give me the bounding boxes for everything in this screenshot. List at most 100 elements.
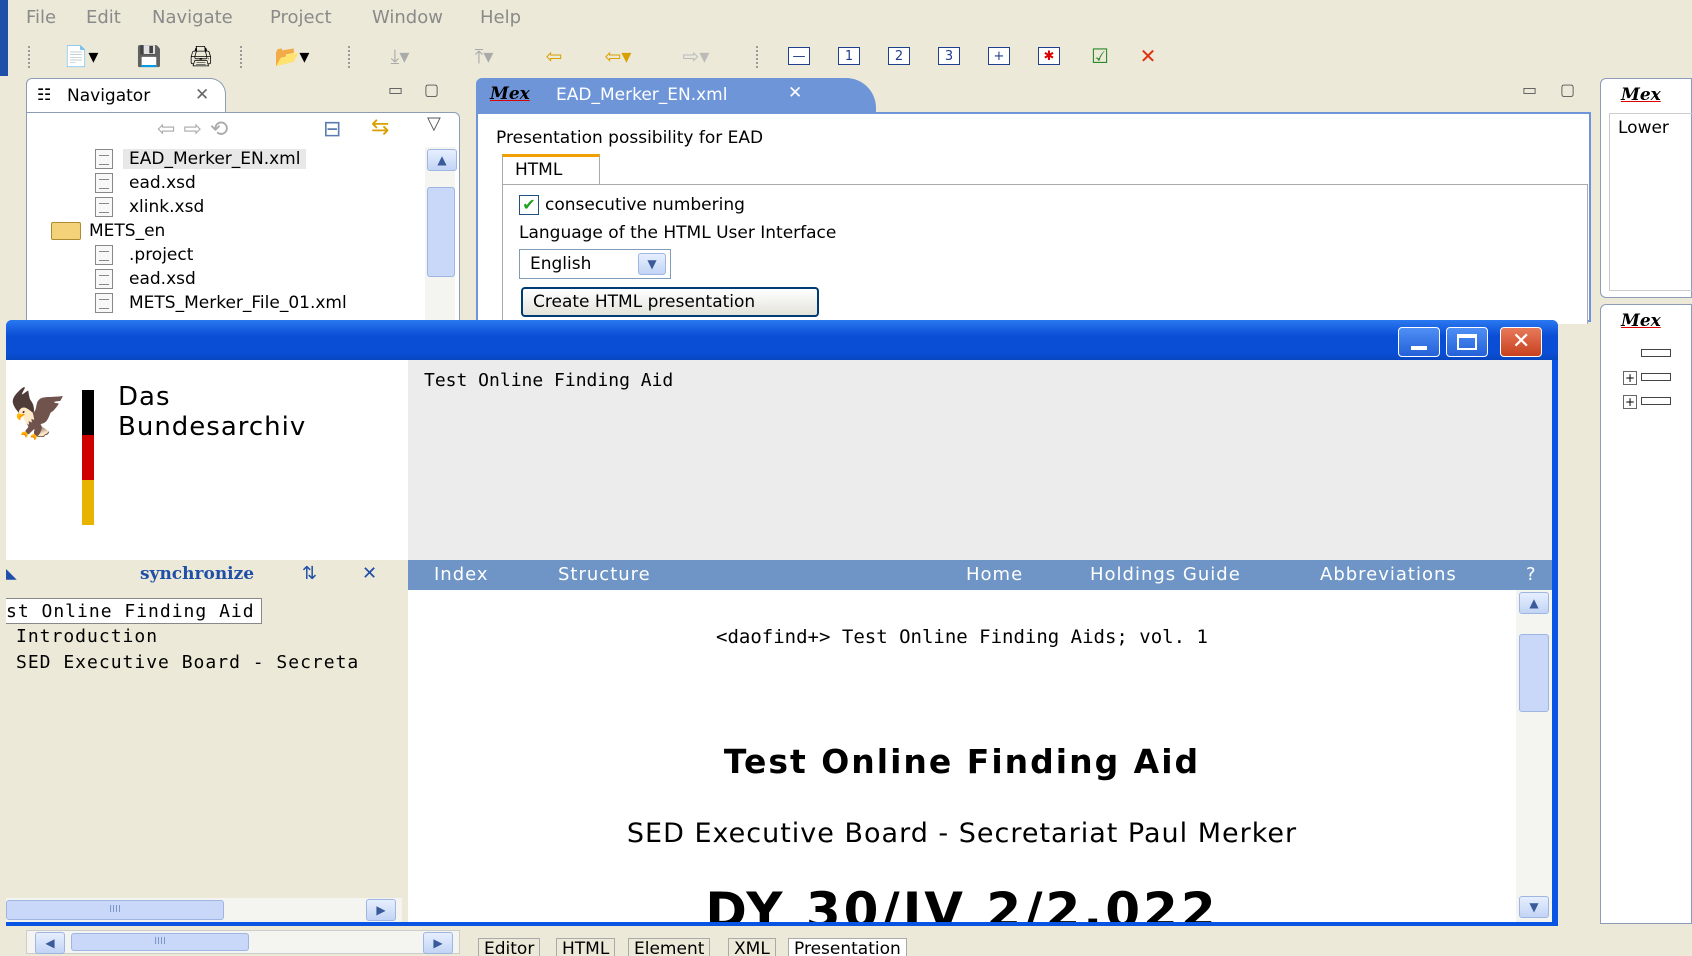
nav-abbreviations[interactable]: Abbreviations — [1320, 564, 1457, 585]
maximize-icon[interactable]: ▢ — [424, 80, 439, 99]
expand-icon[interactable]: + — [1623, 395, 1637, 409]
menu-edit[interactable]: Edit — [86, 7, 121, 28]
expand-icon[interactable]: + — [986, 42, 1012, 70]
chevron-down-icon[interactable]: ▼ — [638, 253, 666, 275]
arrow-icon[interactable]: ◣ — [6, 566, 17, 582]
nav-index[interactable]: Index — [434, 564, 489, 585]
file-icon — [95, 197, 113, 217]
subtab-html[interactable]: HTML — [502, 154, 600, 184]
collapse-all-icon[interactable]: ⊟ — [323, 117, 341, 142]
editor-view: Presentation possibility for EAD HTML ✔ … — [476, 112, 1591, 324]
menu-file[interactable]: File — [26, 7, 56, 28]
content-scrollbar[interactable]: ▲ ▼ — [1516, 590, 1552, 922]
new-icon[interactable]: 📄▾ — [56, 42, 106, 70]
nav-home[interactable]: Home — [966, 564, 1023, 585]
finding-aid-subtitle: SED Executive Board - Secretariat Paul M… — [626, 818, 1298, 849]
tree-node-icon — [1641, 397, 1671, 405]
window-close-button[interactable]: ✕ — [1500, 327, 1542, 357]
scroll-thumb[interactable] — [1519, 634, 1549, 712]
open-folder-icon[interactable]: 📂▾ — [262, 42, 322, 70]
collapse-icon[interactable]: — — [786, 42, 812, 70]
tree-item-file[interactable]: METS_Merker_File_01.xml — [95, 291, 353, 315]
language-select[interactable]: English ▼ — [519, 249, 671, 279]
menu-window[interactable]: Window — [372, 7, 443, 28]
toc-root[interactable]: st Online Finding Aid — [6, 598, 262, 624]
back-icon[interactable]: ⇦▾ — [590, 42, 646, 70]
window-minimize-button[interactable] — [1398, 327, 1440, 357]
nav-help[interactable]: ? — [1526, 564, 1537, 585]
tree-item-file[interactable]: EAD_Merker_EN.xml — [95, 147, 307, 171]
synchronize-link[interactable]: synchronize — [140, 564, 254, 584]
maximize-icon[interactable]: ▢ — [1560, 80, 1575, 99]
scroll-thumb[interactable]: IIII — [6, 900, 224, 920]
navigator-icon: ☷ — [37, 85, 52, 104]
save-icon[interactable]: 💾 — [134, 42, 164, 70]
menu-help[interactable]: Help — [480, 7, 521, 28]
scroll-thumb[interactable] — [427, 187, 455, 277]
nav-structure[interactable]: Structure — [558, 564, 651, 585]
tab-presentation[interactable]: Presentation — [788, 938, 907, 956]
window-maximize-button[interactable] — [1446, 327, 1488, 357]
file-icon — [95, 269, 113, 289]
tab-html[interactable]: HTML — [556, 938, 616, 956]
consecutive-numbering-checkbox[interactable]: ✔ — [519, 195, 539, 215]
navigator-tab[interactable]: ☷ Navigator ✕ — [26, 78, 226, 114]
toc-item-introduction[interactable]: Introduction — [16, 626, 158, 647]
tree-item-folder[interactable]: METS_en — [51, 219, 165, 243]
nav-holdings-guide[interactable]: Holdings Guide — [1090, 564, 1241, 585]
menu-navigate[interactable]: Navigate — [152, 7, 233, 28]
scroll-thumb[interactable]: IIII — [71, 933, 249, 951]
scroll-up-icon[interactable]: ▲ — [1519, 592, 1549, 614]
right-top-view: Mex Lower — [1600, 78, 1692, 298]
asterisk-icon[interactable]: ✱ — [1036, 42, 1062, 70]
navigator-scrollbar[interactable]: ▲ — [425, 147, 457, 323]
level-3-icon[interactable]: 3 — [936, 42, 962, 70]
scroll-right-icon[interactable]: ▶ — [366, 899, 396, 921]
tree-item-file[interactable]: ead.xsd — [95, 267, 202, 291]
navigator-nav-icons[interactable]: ⇦⇨⟲ — [157, 117, 236, 142]
close-icon[interactable]: ✕ — [362, 563, 377, 584]
close-icon[interactable]: ✕ — [788, 83, 802, 103]
forward-icon[interactable]: ⇨▾ — [668, 42, 724, 70]
tree-item-file[interactable]: .project — [95, 243, 199, 267]
tree-item-file[interactable]: xlink.xsd — [95, 195, 210, 219]
logo-area: 🦅 Das Bundesarchiv — [6, 360, 408, 560]
mex-icon: Mex — [1621, 85, 1661, 105]
editor-tab[interactable]: Mex EAD_Merker_EN.xml ✕ — [476, 78, 876, 114]
tab-editor[interactable]: Editor — [478, 938, 541, 956]
toc-item-sed[interactable]: SED Executive Board - Secreta — [16, 652, 359, 673]
navigator-hscrollbar[interactable]: ◀ IIII ▶ — [26, 930, 460, 954]
scroll-left-icon[interactable]: ◀ — [35, 932, 65, 954]
tab-element[interactable]: Element — [628, 938, 711, 956]
last-edit-icon[interactable]: ⇦ — [534, 42, 574, 70]
browser-title-bar[interactable]: ✕ — [6, 320, 1558, 360]
tab-xml[interactable]: XML — [728, 938, 776, 956]
remove-icon[interactable]: ✕ — [1132, 42, 1164, 70]
expand-icon[interactable]: + — [1623, 371, 1637, 385]
toolbar-grip — [28, 46, 32, 68]
level-2-icon[interactable]: 2 — [886, 42, 912, 70]
menu-project[interactable]: Project — [270, 7, 332, 28]
logo-line1: Das — [118, 382, 171, 412]
print-icon[interactable]: 🖨 — [184, 42, 218, 70]
toc-hscrollbar[interactable]: IIII ▶ — [6, 898, 402, 922]
tree-item-file[interactable]: ead.xsd — [95, 171, 202, 195]
sync-icon[interactable]: ⇅ — [302, 563, 317, 584]
view-menu-icon[interactable]: ▽ — [427, 113, 441, 134]
close-icon[interactable]: ✕ — [195, 85, 209, 105]
create-html-button[interactable]: Create HTML presentation — [521, 287, 819, 317]
scroll-down-icon[interactable]: ▼ — [1519, 896, 1549, 918]
prev-annotation-icon[interactable]: ⤒▾ — [454, 42, 514, 70]
scroll-up-icon[interactable]: ▲ — [427, 149, 457, 171]
minimize-icon — [1411, 346, 1427, 350]
finding-aid-signature: DY 30/IV 2/2.022 — [705, 882, 1219, 922]
scroll-right-icon[interactable]: ▶ — [423, 932, 453, 954]
minimize-icon[interactable]: ▭ — [388, 80, 403, 99]
validate-icon[interactable]: ☑ — [1086, 42, 1114, 70]
link-editor-icon[interactable]: ⇆ — [371, 115, 389, 140]
folder-icon — [51, 222, 81, 240]
mex-icon: Mex — [1621, 311, 1661, 331]
minimize-icon[interactable]: ▭ — [1522, 80, 1537, 99]
next-annotation-icon[interactable]: ⤓▾ — [370, 42, 430, 70]
level-1-icon[interactable]: 1 — [836, 42, 862, 70]
